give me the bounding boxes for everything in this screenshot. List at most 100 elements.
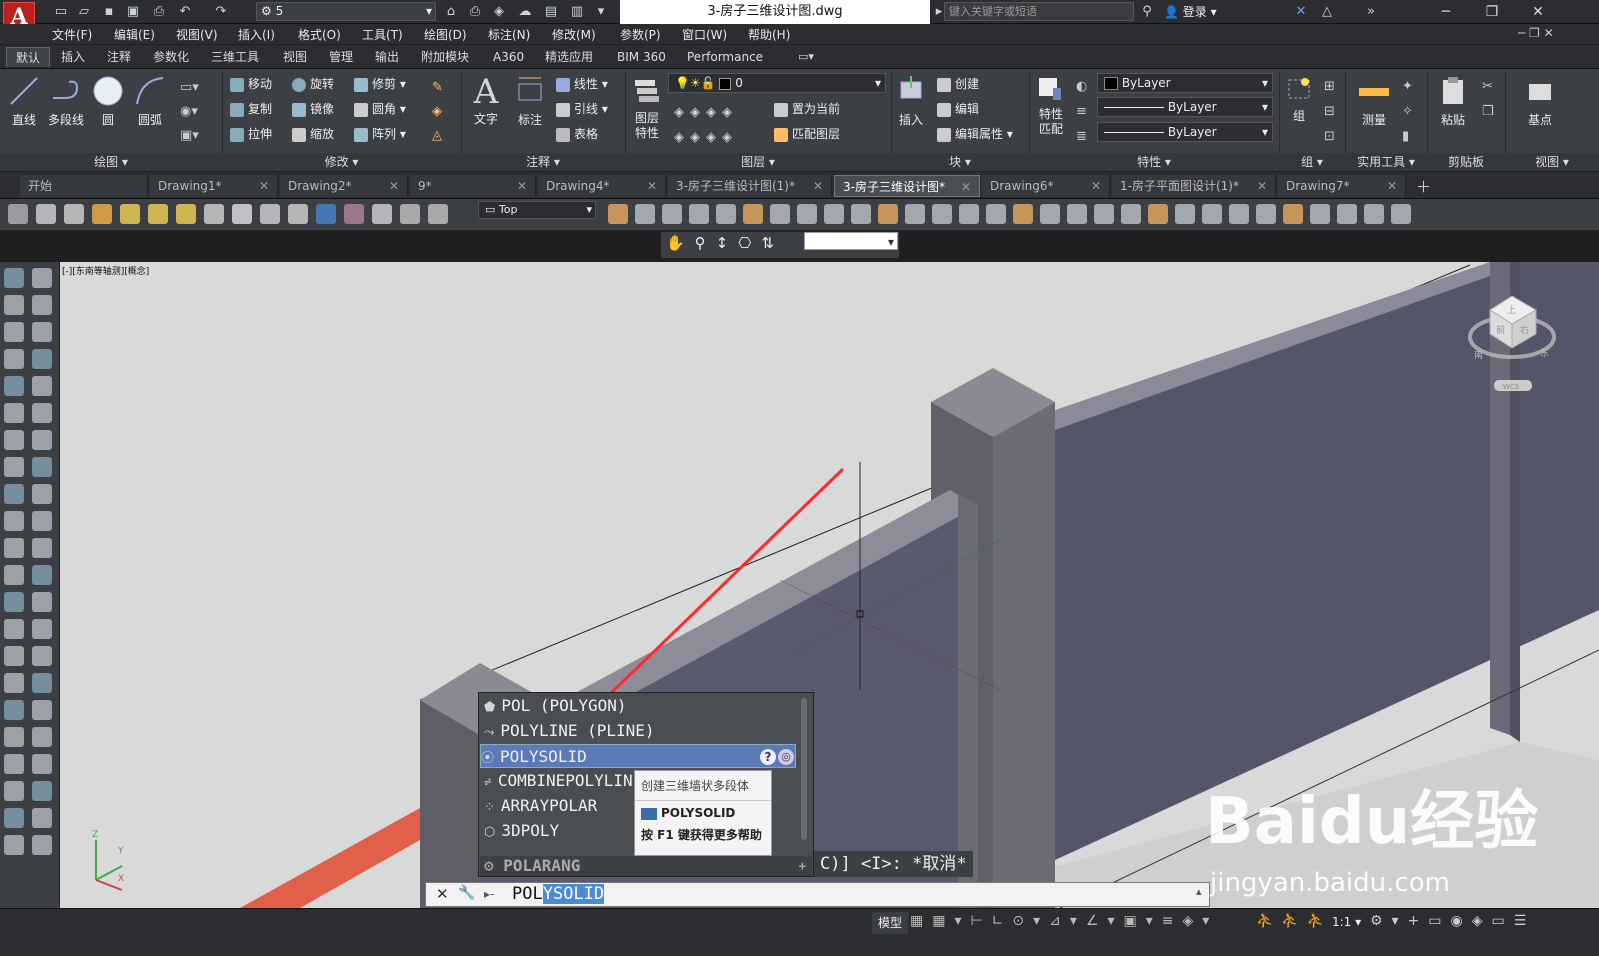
left-toolbar-icon[interactable]: [32, 808, 52, 828]
print-icon[interactable]: ⎙: [150, 3, 168, 21]
ribbon-tab-5[interactable]: 视图: [274, 47, 316, 67]
left-toolbar-icon[interactable]: [4, 511, 24, 531]
left-toolbar-icon[interactable]: [32, 430, 52, 450]
close-tab-icon[interactable]: ✕: [389, 175, 399, 197]
more-icon[interactable]: »: [1362, 3, 1380, 21]
toolbar-modeling-icon[interactable]: [1229, 204, 1249, 224]
copy-button[interactable]: 复制: [230, 98, 272, 120]
left-toolbar-icon[interactable]: [4, 835, 24, 855]
menu-item-8[interactable]: 修改(M): [552, 26, 596, 43]
left-toolbar-icon[interactable]: [4, 565, 24, 585]
toolbar-modeling-icon[interactable]: [905, 204, 925, 224]
trim-button[interactable]: 修剪 ▾: [354, 73, 406, 95]
toolbar-modeling-icon[interactable]: [743, 204, 763, 224]
menu-item-11[interactable]: 帮助(H): [748, 26, 790, 43]
close-tab-icon[interactable]: ✕: [1387, 175, 1397, 197]
toolbar-3d-icon[interactable]: [344, 204, 364, 224]
autocomplete-item[interactable]: ⩫ COMBINEPOLYLINES: [484, 769, 652, 793]
redo-icon[interactable]: ↷: [212, 3, 230, 21]
ribbon-tab-8[interactable]: 附加模块: [412, 47, 478, 67]
login-button[interactable]: 👤 登录 ▾: [1164, 3, 1217, 20]
toolbar-modeling-icon[interactable]: [878, 204, 898, 224]
document-tab-4[interactable]: Drawing4* ✕: [538, 175, 666, 197]
view-panel-title[interactable]: 视图 ▾: [1505, 153, 1599, 171]
left-toolbar-icon[interactable]: [4, 700, 24, 720]
text-button[interactable]: A 文字: [468, 74, 504, 127]
toolbar-modeling-icon[interactable]: [1094, 204, 1114, 224]
ribbon-tab-3[interactable]: 参数化: [144, 47, 198, 67]
wrench-icon[interactable]: 🔧: [458, 885, 475, 901]
utilities-panel-title[interactable]: 实用工具 ▾: [1345, 153, 1427, 171]
toolbar-modeling-icon[interactable]: [1067, 204, 1087, 224]
block-panel-title[interactable]: 块 ▾: [891, 153, 1029, 171]
toolbar-3d-icon[interactable]: [372, 204, 392, 224]
toolbar-3d-icon[interactable]: [92, 204, 112, 224]
command-history-icon[interactable]: ▴: [1196, 885, 1202, 898]
exchange-icon[interactable]: ✕: [1292, 3, 1310, 21]
viewport-controls-label[interactable]: [-][东南等轴测][概念]: [62, 264, 149, 277]
edit-block-button[interactable]: 编辑: [937, 98, 979, 120]
command-line[interactable]: ✕ 🔧 ▸- POLYSOLID ▴: [425, 882, 1210, 907]
autocomplete-scrollbar[interactable]: [801, 698, 807, 840]
left-toolbar-icon[interactable]: [4, 457, 24, 477]
document-tab-8[interactable]: 1-房子平面图设计(1)* ✕: [1112, 175, 1276, 197]
cloud-icon[interactable]: ☁: [516, 3, 534, 21]
left-toolbar-icon[interactable]: [32, 403, 52, 423]
menu-item-2[interactable]: 视图(V): [176, 26, 218, 43]
document-tab-0[interactable]: 开始: [20, 175, 148, 197]
document-tab-5[interactable]: 3-房子三维设计图(1)* ✕: [668, 175, 832, 197]
left-toolbar-icon[interactable]: [32, 511, 52, 531]
navigation-dropdown[interactable]: ▾: [804, 232, 898, 250]
left-toolbar-icon[interactable]: [32, 457, 52, 477]
help-search-input[interactable]: 键入关键字或短语: [944, 2, 1134, 21]
left-toolbar-icon[interactable]: [4, 646, 24, 666]
left-toolbar-icon[interactable]: [32, 646, 52, 666]
mirror-button[interactable]: 镜像: [292, 98, 334, 120]
left-toolbar-icon[interactable]: [32, 754, 52, 774]
ribbon-tab-1[interactable]: 插入: [52, 47, 94, 67]
autocomplete-item[interactable]: ⤳ POLYLINE (PLINE): [484, 719, 655, 743]
plot-icon[interactable]: ⌂: [442, 3, 460, 21]
minimize-icon[interactable]: ─: [1423, 0, 1469, 24]
color-dropdown[interactable]: ByLayer ▾: [1097, 73, 1273, 93]
publish-icon[interactable]: ⎙: [466, 3, 484, 21]
status-settings-icons[interactable]: ⚙▾+▭◉◈▭☰: [1370, 913, 1535, 929]
annotation-scale[interactable]: 1:1 ▾: [1332, 915, 1361, 929]
leader-button[interactable]: 引线 ▾: [556, 98, 608, 120]
toolbar-3d-icon[interactable]: [260, 204, 280, 224]
left-toolbar-icon[interactable]: [4, 295, 24, 315]
array-button[interactable]: 阵列 ▾: [354, 123, 406, 145]
left-toolbar-icon[interactable]: [4, 538, 24, 558]
layer-properties-button[interactable]: 图层特性: [630, 74, 664, 141]
workspace-dropdown[interactable]: ⚙ 5 ▾: [256, 2, 436, 21]
stretch-button[interactable]: 拉伸: [230, 123, 272, 145]
left-toolbar-icon[interactable]: [32, 700, 52, 720]
document-tab-9[interactable]: Drawing7* ✕: [1278, 175, 1406, 197]
menu-item-10[interactable]: 窗口(W): [682, 26, 727, 43]
close-tab-icon[interactable]: ✕: [1257, 175, 1267, 197]
toolbar-modeling-icon[interactable]: [635, 204, 655, 224]
arc-button[interactable]: 圆弧: [132, 74, 168, 128]
layout-icon[interactable]: ▤: [542, 3, 560, 21]
left-toolbar-icon[interactable]: [32, 673, 52, 693]
ribbon-options-icon[interactable]: ▭▾: [798, 50, 814, 63]
toolbar-modeling-icon[interactable]: [932, 204, 952, 224]
binoculars-icon[interactable]: ⚲: [1138, 3, 1156, 21]
close-tab-icon[interactable]: ✕: [961, 176, 971, 198]
utility-icons[interactable]: ✦ ✧ ▮: [1402, 74, 1418, 149]
menu-item-3[interactable]: 插入(I): [238, 26, 275, 43]
toolbar-modeling-icon[interactable]: [1364, 204, 1384, 224]
linear-dim-button[interactable]: 线性 ▾: [556, 73, 608, 95]
a360-icon[interactable]: △: [1318, 3, 1336, 21]
autocomplete-item[interactable]: ⬟ POL (POLYGON): [484, 694, 627, 718]
toolbar-3d-icon[interactable]: [288, 204, 308, 224]
paste-button[interactable]: 粘贴: [1435, 74, 1471, 128]
ribbon-tab-11[interactable]: BIM 360: [608, 47, 675, 67]
toolbar-3d-icon[interactable]: [64, 204, 84, 224]
create-block-button[interactable]: 创建: [937, 73, 979, 95]
close-tab-icon[interactable]: ✕: [647, 175, 657, 197]
group-button[interactable]: 组: [1282, 74, 1316, 124]
new-file-icon[interactable]: ▭: [52, 3, 70, 21]
help-icon[interactable]: ?: [760, 749, 776, 765]
linetype-dropdown[interactable]: ByLayer ▾: [1097, 97, 1273, 117]
